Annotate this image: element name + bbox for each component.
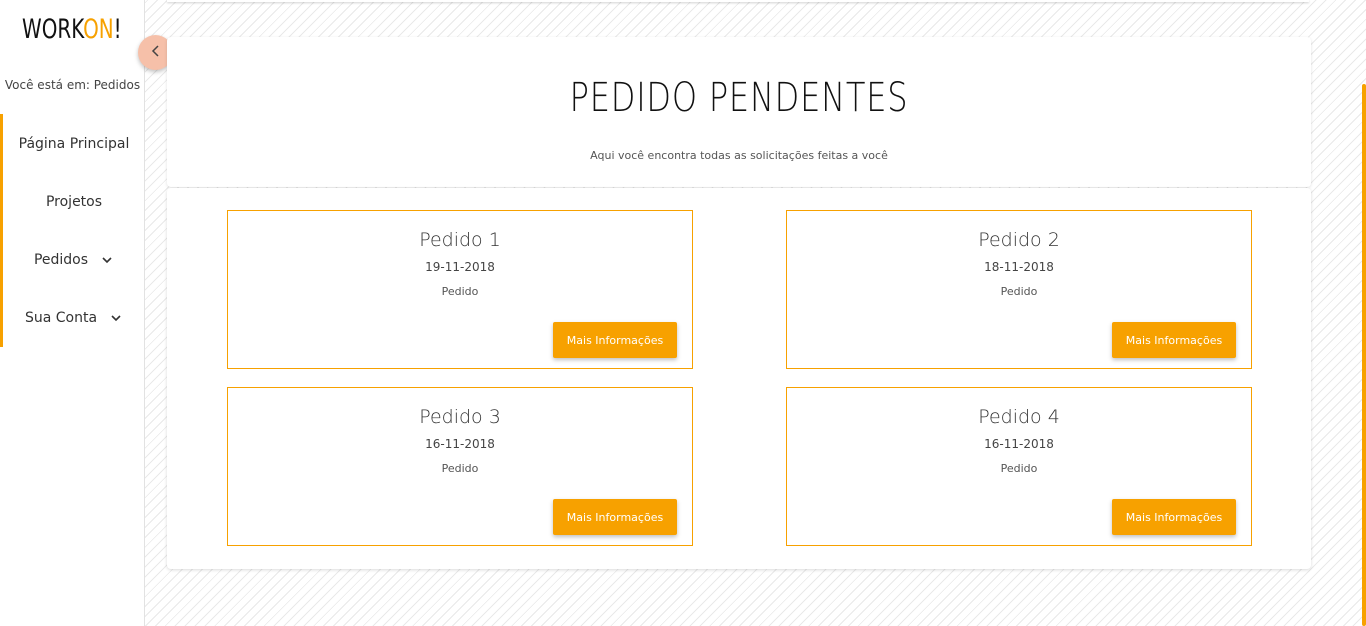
top-strip [167,0,1309,2]
order-title: Pedido 1 [419,229,501,251]
sidebar-item-label: Página Principal [18,136,130,152]
order-type: Pedido [1000,285,1038,298]
logo-text-on: ON [83,14,114,45]
more-info-button[interactable]: Mais Informações [553,322,677,358]
page-title: PEDIDO PENDENTES [569,75,909,121]
order-card: Pedido 4 16-11-2018 Pedido Mais Informaç… [786,387,1252,546]
order-type: Pedido [1000,462,1038,475]
app-logo[interactable]: WORKON! [22,10,122,50]
scrollbar-thumb[interactable] [1362,84,1366,626]
order-date: 19-11-2018 [425,260,495,274]
order-title: Pedido 4 [978,406,1060,428]
breadcrumb: Você está em: Pedidos [4,78,141,92]
order-title: Pedido 2 [978,229,1060,251]
logo-text-exclaim: ! [113,14,122,45]
sidebar-item-pedidos[interactable]: Pedidos [3,245,145,275]
page-subtitle: Aqui você encontra todas as solicitações… [590,149,888,162]
logo-text-work: WORK [22,14,84,45]
sidebar-item-pagina-principal[interactable]: Página Principal [3,129,145,159]
order-date: 18-11-2018 [984,260,1054,274]
order-card: Pedido 2 18-11-2018 Pedido Mais Informaç… [786,210,1252,369]
order-date: 16-11-2018 [984,437,1054,451]
sidebar-item-label: Sua Conta [24,310,98,326]
sidebar: WORKON! Você está em: Pedidos Página Pri… [0,0,145,626]
order-type: Pedido [441,285,479,298]
header-card: PEDIDO PENDENTES Aqui você encontra toda… [167,37,1311,187]
sidebar-item-label: Projetos [45,194,103,210]
orders-container: Pedido 1 19-11-2018 Pedido Mais Informaç… [167,188,1311,569]
order-card: Pedido 3 16-11-2018 Pedido Mais Informaç… [227,387,693,546]
chevron-down-icon [100,253,114,267]
sidebar-item-label: Pedidos [33,252,89,268]
order-card: Pedido 1 19-11-2018 Pedido Mais Informaç… [227,210,693,369]
scrollbar[interactable] [1360,0,1366,626]
sidebar-item-projetos[interactable]: Projetos [3,187,145,217]
order-title: Pedido 3 [419,406,501,428]
chevron-left-icon [149,43,163,62]
order-date: 16-11-2018 [425,437,495,451]
order-type: Pedido [441,462,479,475]
more-info-button[interactable]: Mais Informações [1112,322,1236,358]
more-info-button[interactable]: Mais Informações [1112,499,1236,535]
more-info-button[interactable]: Mais Informações [553,499,677,535]
sidebar-nav: Página Principal Projetos Pedidos Sua Co… [0,114,145,347]
sidebar-item-sua-conta[interactable]: Sua Conta [3,303,145,333]
chevron-down-icon [109,311,123,325]
